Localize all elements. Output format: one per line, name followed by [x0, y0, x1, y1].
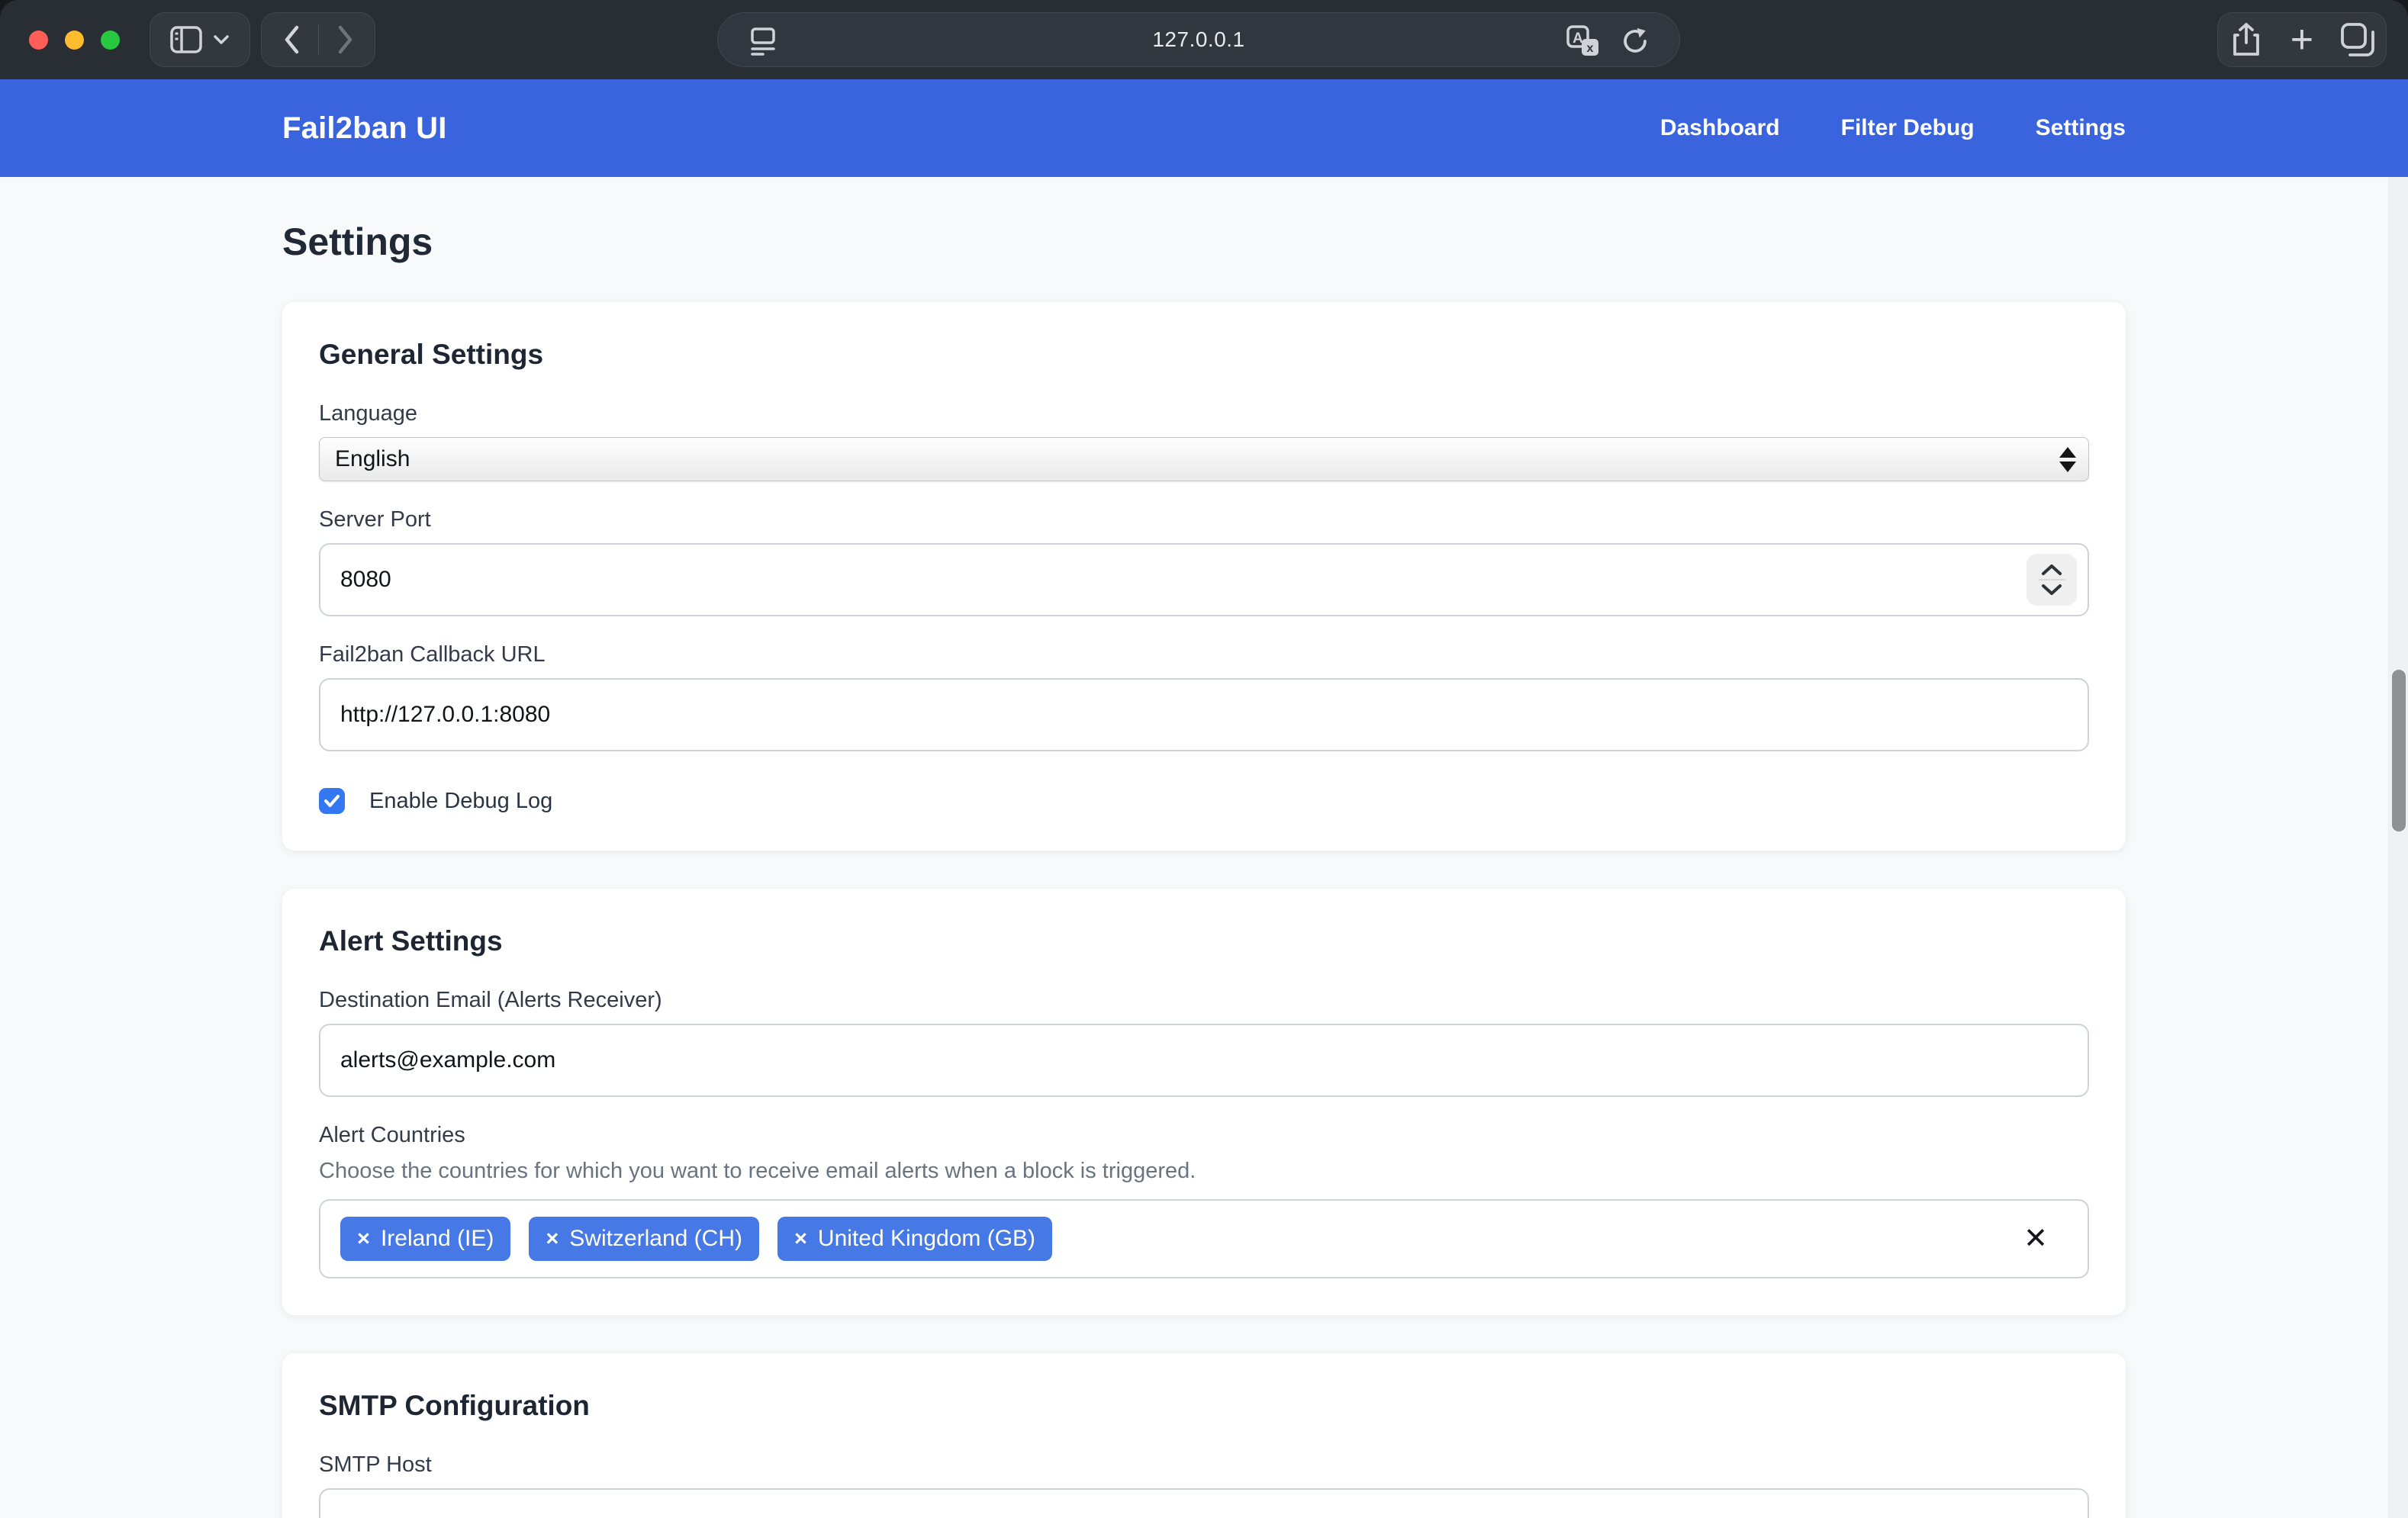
page-content: Settings General Settings Language Engli…: [0, 177, 2408, 1518]
url-text: 127.0.0.1: [718, 27, 1679, 52]
share-button[interactable]: [2218, 12, 2274, 67]
translate-icon[interactable]: A x: [1566, 25, 1600, 57]
smtp-host-field: SMTP Host: [319, 1452, 2089, 1518]
smtp-host-label: SMTP Host: [319, 1452, 2089, 1478]
chevron-down-icon: [2040, 583, 2063, 597]
destination-email-field: Destination Email (Alerts Receiver): [319, 988, 2089, 1097]
server-port-field: Server Port: [319, 507, 2089, 616]
history-nav-group: [261, 12, 375, 67]
language-field: Language English: [319, 401, 2089, 481]
toolbar-right-group: +: [2217, 12, 2387, 67]
sidebar-toggle-button[interactable]: [150, 12, 250, 67]
general-settings-title: General Settings: [319, 339, 2089, 371]
browser-chrome: 127.0.0.1 A x: [0, 0, 2408, 79]
smtp-host-input[interactable]: [319, 1488, 2089, 1518]
remove-tag-icon[interactable]: ×: [546, 1227, 559, 1252]
callback-url-field: Fail2ban Callback URL: [319, 642, 2089, 751]
callback-url-input[interactable]: [319, 678, 2089, 751]
scrollbar-track[interactable]: [2388, 177, 2408, 1518]
callback-url-label: Fail2ban Callback URL: [319, 642, 2089, 667]
app-brand[interactable]: Fail2ban UI: [282, 111, 447, 146]
server-port-input[interactable]: [319, 543, 2089, 616]
app-navbar: Fail2ban UI Dashboard Filter Debug Setti…: [0, 79, 2408, 177]
close-window-button[interactable]: [29, 31, 48, 50]
nav-link-dashboard[interactable]: Dashboard: [1660, 115, 1780, 141]
back-button[interactable]: [265, 12, 318, 67]
select-stepper-icon: [2059, 438, 2076, 481]
debug-log-row: Enable Debug Log: [319, 788, 2089, 814]
tab-overview-button[interactable]: [2330, 12, 2386, 67]
nav-links: Dashboard Filter Debug Settings: [1660, 115, 2126, 141]
page-title: Settings: [282, 177, 2126, 264]
country-tag-label: Switzerland (CH): [569, 1226, 742, 1252]
debug-log-label: Enable Debug Log: [369, 789, 552, 814]
country-tag: × United Kingdom (GB): [777, 1217, 1052, 1261]
server-port-label: Server Port: [319, 507, 2089, 532]
remove-tag-icon[interactable]: ×: [794, 1227, 807, 1252]
zoom-window-button[interactable]: [101, 31, 120, 50]
sidebar-icon: [170, 26, 202, 53]
address-bar[interactable]: 127.0.0.1 A x: [717, 12, 1680, 67]
nav-link-filter-debug[interactable]: Filter Debug: [1841, 115, 1975, 141]
alert-settings-title: Alert Settings: [319, 925, 2089, 957]
alert-countries-help: Choose the countries for which you want …: [319, 1159, 2089, 1184]
alert-countries-input[interactable]: × Ireland (IE) × Switzerland (CH) × Unit…: [319, 1199, 2089, 1278]
debug-log-checkbox[interactable]: [319, 788, 345, 814]
minimize-window-button[interactable]: [65, 31, 84, 50]
destination-email-label: Destination Email (Alerts Receiver): [319, 988, 2089, 1013]
number-stepper[interactable]: [2027, 554, 2077, 606]
alert-settings-card: Alert Settings Destination Email (Alerts…: [282, 889, 2126, 1315]
language-selected-value: English: [335, 446, 410, 472]
destination-email-input[interactable]: [319, 1024, 2089, 1097]
new-tab-button[interactable]: +: [2274, 12, 2329, 67]
chevron-up-icon: [2040, 563, 2063, 577]
clear-all-tags-icon[interactable]: ✕: [2023, 1224, 2048, 1253]
remove-tag-icon[interactable]: ×: [357, 1227, 370, 1252]
language-label: Language: [319, 401, 2089, 426]
chevron-down-icon: [213, 34, 230, 45]
country-tag-label: United Kingdom (GB): [818, 1226, 1035, 1252]
smtp-configuration-card: SMTP Configuration SMTP Host: [282, 1353, 2126, 1518]
checkmark-icon: [324, 794, 340, 808]
language-select[interactable]: English: [319, 437, 2089, 481]
svg-text:x: x: [1587, 42, 1594, 55]
reload-icon[interactable]: [1620, 26, 1650, 56]
country-tag: × Ireland (IE): [340, 1217, 510, 1261]
forward-button[interactable]: [319, 12, 372, 67]
smtp-configuration-title: SMTP Configuration: [319, 1390, 2089, 1422]
traffic-lights: [29, 31, 120, 50]
alert-countries-field: Alert Countries Choose the countries for…: [319, 1123, 2089, 1278]
country-tag: × Switzerland (CH): [529, 1217, 759, 1261]
alert-countries-label: Alert Countries: [319, 1123, 2089, 1148]
country-tag-label: Ireland (IE): [381, 1226, 494, 1252]
plus-icon: +: [2290, 20, 2313, 59]
general-settings-card: General Settings Language English Server…: [282, 302, 2126, 851]
nav-link-settings[interactable]: Settings: [2036, 115, 2126, 141]
scrollbar-thumb[interactable]: [2392, 670, 2406, 831]
